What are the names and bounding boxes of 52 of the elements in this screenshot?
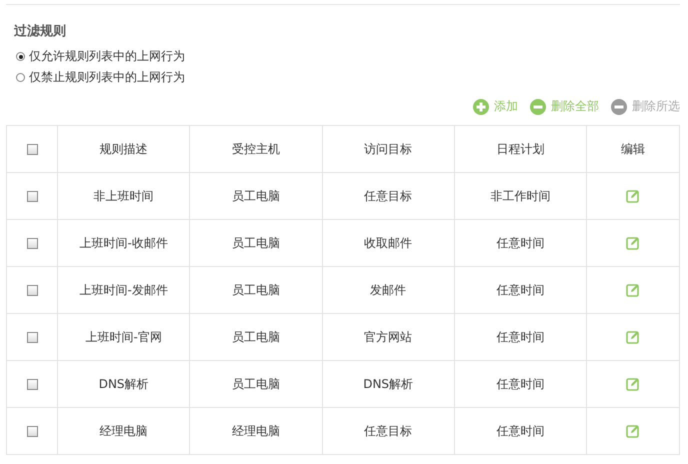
row-checkbox[interactable] xyxy=(26,426,38,438)
minus-icon xyxy=(530,98,546,114)
table-cell: 员工电脑 xyxy=(190,266,322,314)
minus-icon xyxy=(611,98,627,114)
column-header: 日程计划 xyxy=(454,126,586,172)
table-cell: 员工电脑 xyxy=(190,314,322,360)
edit-icon[interactable] xyxy=(626,424,640,438)
table-cell: 经理电脑 xyxy=(190,408,322,454)
table-cell: 上班时间-发邮件 xyxy=(58,266,190,314)
table-cell: 任意时间 xyxy=(454,314,586,360)
table-cell: 员工电脑 xyxy=(190,220,322,266)
plus-icon xyxy=(473,98,489,114)
edit-icon[interactable] xyxy=(626,377,640,392)
table-cell: 发邮件 xyxy=(322,266,454,314)
table-cell: 经理电脑 xyxy=(58,408,190,454)
select-all-checkbox[interactable] xyxy=(26,144,38,156)
table-cell: 上班时间-收邮件 xyxy=(58,220,190,266)
edit-icon[interactable] xyxy=(626,236,640,250)
edit-icon[interactable] xyxy=(626,283,640,298)
column-header: 受控主机 xyxy=(190,126,322,172)
table-cell: 非上班时间 xyxy=(58,172,190,220)
table-cell: 任意目标 xyxy=(322,408,454,454)
table-cell: 员工电脑 xyxy=(190,172,322,220)
table-cell: 官方网站 xyxy=(322,314,454,360)
toolbar-button[interactable]: 删除全部 xyxy=(530,98,599,115)
table-cell: DNS解析 xyxy=(322,360,454,408)
row-checkbox[interactable] xyxy=(26,191,38,202)
table-cell: 上班时间-官网 xyxy=(58,314,190,360)
table-cell: 任意时间 xyxy=(454,220,586,266)
section-title: 过滤规则 xyxy=(14,23,67,40)
table-cell: 任意目标 xyxy=(322,172,454,220)
edit-icon[interactable] xyxy=(626,189,640,204)
table-cell: 收取邮件 xyxy=(322,220,454,266)
table-cell: 任意时间 xyxy=(454,266,586,314)
table-cell: 任意时间 xyxy=(454,360,586,408)
row-checkbox[interactable] xyxy=(26,238,38,250)
toolbar-button[interactable]: 添加 xyxy=(473,98,518,115)
column-header: 编辑 xyxy=(586,126,680,172)
table-cell: 员工电脑 xyxy=(190,360,322,408)
row-checkbox[interactable] xyxy=(26,332,38,344)
table-cell: 任意时间 xyxy=(454,408,586,454)
column-header: 访问目标 xyxy=(322,126,454,172)
row-checkbox[interactable] xyxy=(26,285,38,296)
radio-label: 仅禁止规则列表中的上网行为 xyxy=(29,69,185,86)
radio-option[interactable]: 仅禁止规则列表中的上网行为 xyxy=(16,69,680,86)
row-checkbox[interactable] xyxy=(26,379,38,390)
radio-label: 仅允许规则列表中的上网行为 xyxy=(29,48,185,65)
radio-option[interactable]: 仅允许规则列表中的上网行为 xyxy=(16,48,680,65)
column-header: 规则描述 xyxy=(58,126,190,172)
table-cell: 非工作时间 xyxy=(454,172,586,220)
edit-icon[interactable] xyxy=(626,330,640,344)
table-cell: DNS解析 xyxy=(58,360,190,408)
